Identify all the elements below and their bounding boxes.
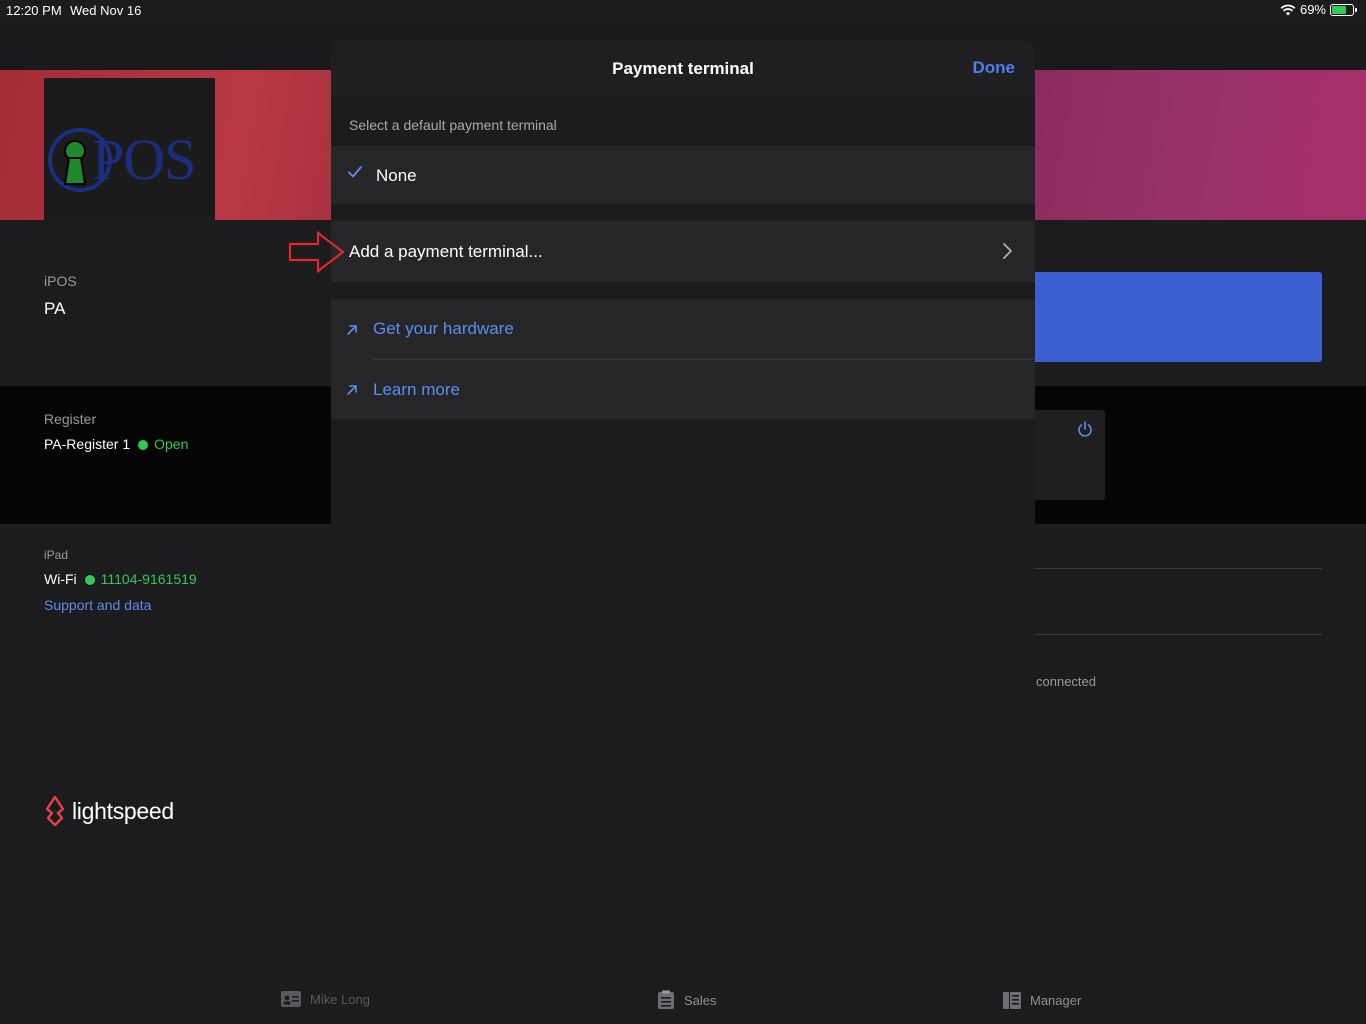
logo-wordmark: POS [92,127,196,192]
checkmark-icon [348,166,362,178]
register-name: PA-Register 1 [44,436,131,452]
status-bar: 12:20 PM Wed Nov 16 69% [0,0,1366,22]
ipad-label: iPad [44,548,69,562]
get-hardware-label: Get your hardware [373,319,514,338]
power-icon[interactable] [1077,421,1093,437]
lightspeed-logo: lightspeed [44,796,174,826]
background-primary-button[interactable] [1000,272,1322,362]
add-payment-terminal-label: Add a payment terminal... [349,242,543,261]
external-link-icon [347,385,357,395]
payment-terminal-modal: Payment terminal Done Select a default p… [331,40,1035,984]
connected-status: connected [1036,674,1096,689]
learn-more-link[interactable]: Learn more [331,360,1035,419]
divider [1035,568,1322,569]
links-group: Get your hardware Learn more [331,299,1035,419]
status-date: Wed Nov 16 [70,3,142,18]
clipboard-icon [658,990,674,1009]
chevron-right-icon [1003,243,1012,259]
wifi-icon [1280,4,1296,15]
keyhole-icon [63,140,87,185]
tab-sales[interactable]: Sales [656,990,717,1010]
battery-percent: 69% [1299,2,1326,17]
wifi-status-dot [84,575,95,585]
lightspeed-wordmark: lightspeed [72,797,174,824]
done-button[interactable]: Done [973,58,1016,78]
external-link-icon [347,325,357,335]
status-time: 12:20 PM [6,3,62,18]
learn-more-label: Learn more [373,380,460,399]
tab-manager[interactable]: Manager [1002,990,1081,1010]
store-name-label: iPOS [44,273,77,289]
option-none[interactable]: None [331,146,1035,204]
modal-header: Payment terminal Done [331,40,1035,97]
annotation-arrow-icon [288,231,345,273]
tab-user-label: Mike Long [310,991,370,1007]
store-name-value: PA [44,299,66,318]
register-info: PA-Register 1 Open [44,436,188,452]
register-label: Register [44,411,97,427]
wifi-label: Wi-Fi [44,571,77,587]
support-and-data-link[interactable]: Support and data [44,597,151,613]
flame-icon [45,796,65,826]
section-label: Select a default payment terminal [349,117,557,133]
register-status: Open [154,436,189,452]
battery-fill [1332,5,1346,14]
divider [1035,634,1322,635]
status-indicators: 69% [1280,2,1357,17]
tab-user[interactable]: Mike Long [280,990,370,1008]
modal-title: Payment terminal [612,59,754,78]
wifi-info: Wi-Fi 11104-9161519 [44,571,197,587]
get-hardware-link[interactable]: Get your hardware [331,299,1035,359]
wifi-network: 11104-9161519 [100,571,197,587]
status-dot [138,440,149,450]
add-payment-terminal-row[interactable]: Add a payment terminal... [331,221,1035,282]
option-none-label: None [376,166,417,185]
tab-manager-label: Manager [1030,992,1082,1008]
id-card-icon [281,991,301,1007]
building-icon [1003,992,1021,1009]
battery-icon [1330,3,1357,16]
tab-sales-label: Sales [684,992,717,1008]
